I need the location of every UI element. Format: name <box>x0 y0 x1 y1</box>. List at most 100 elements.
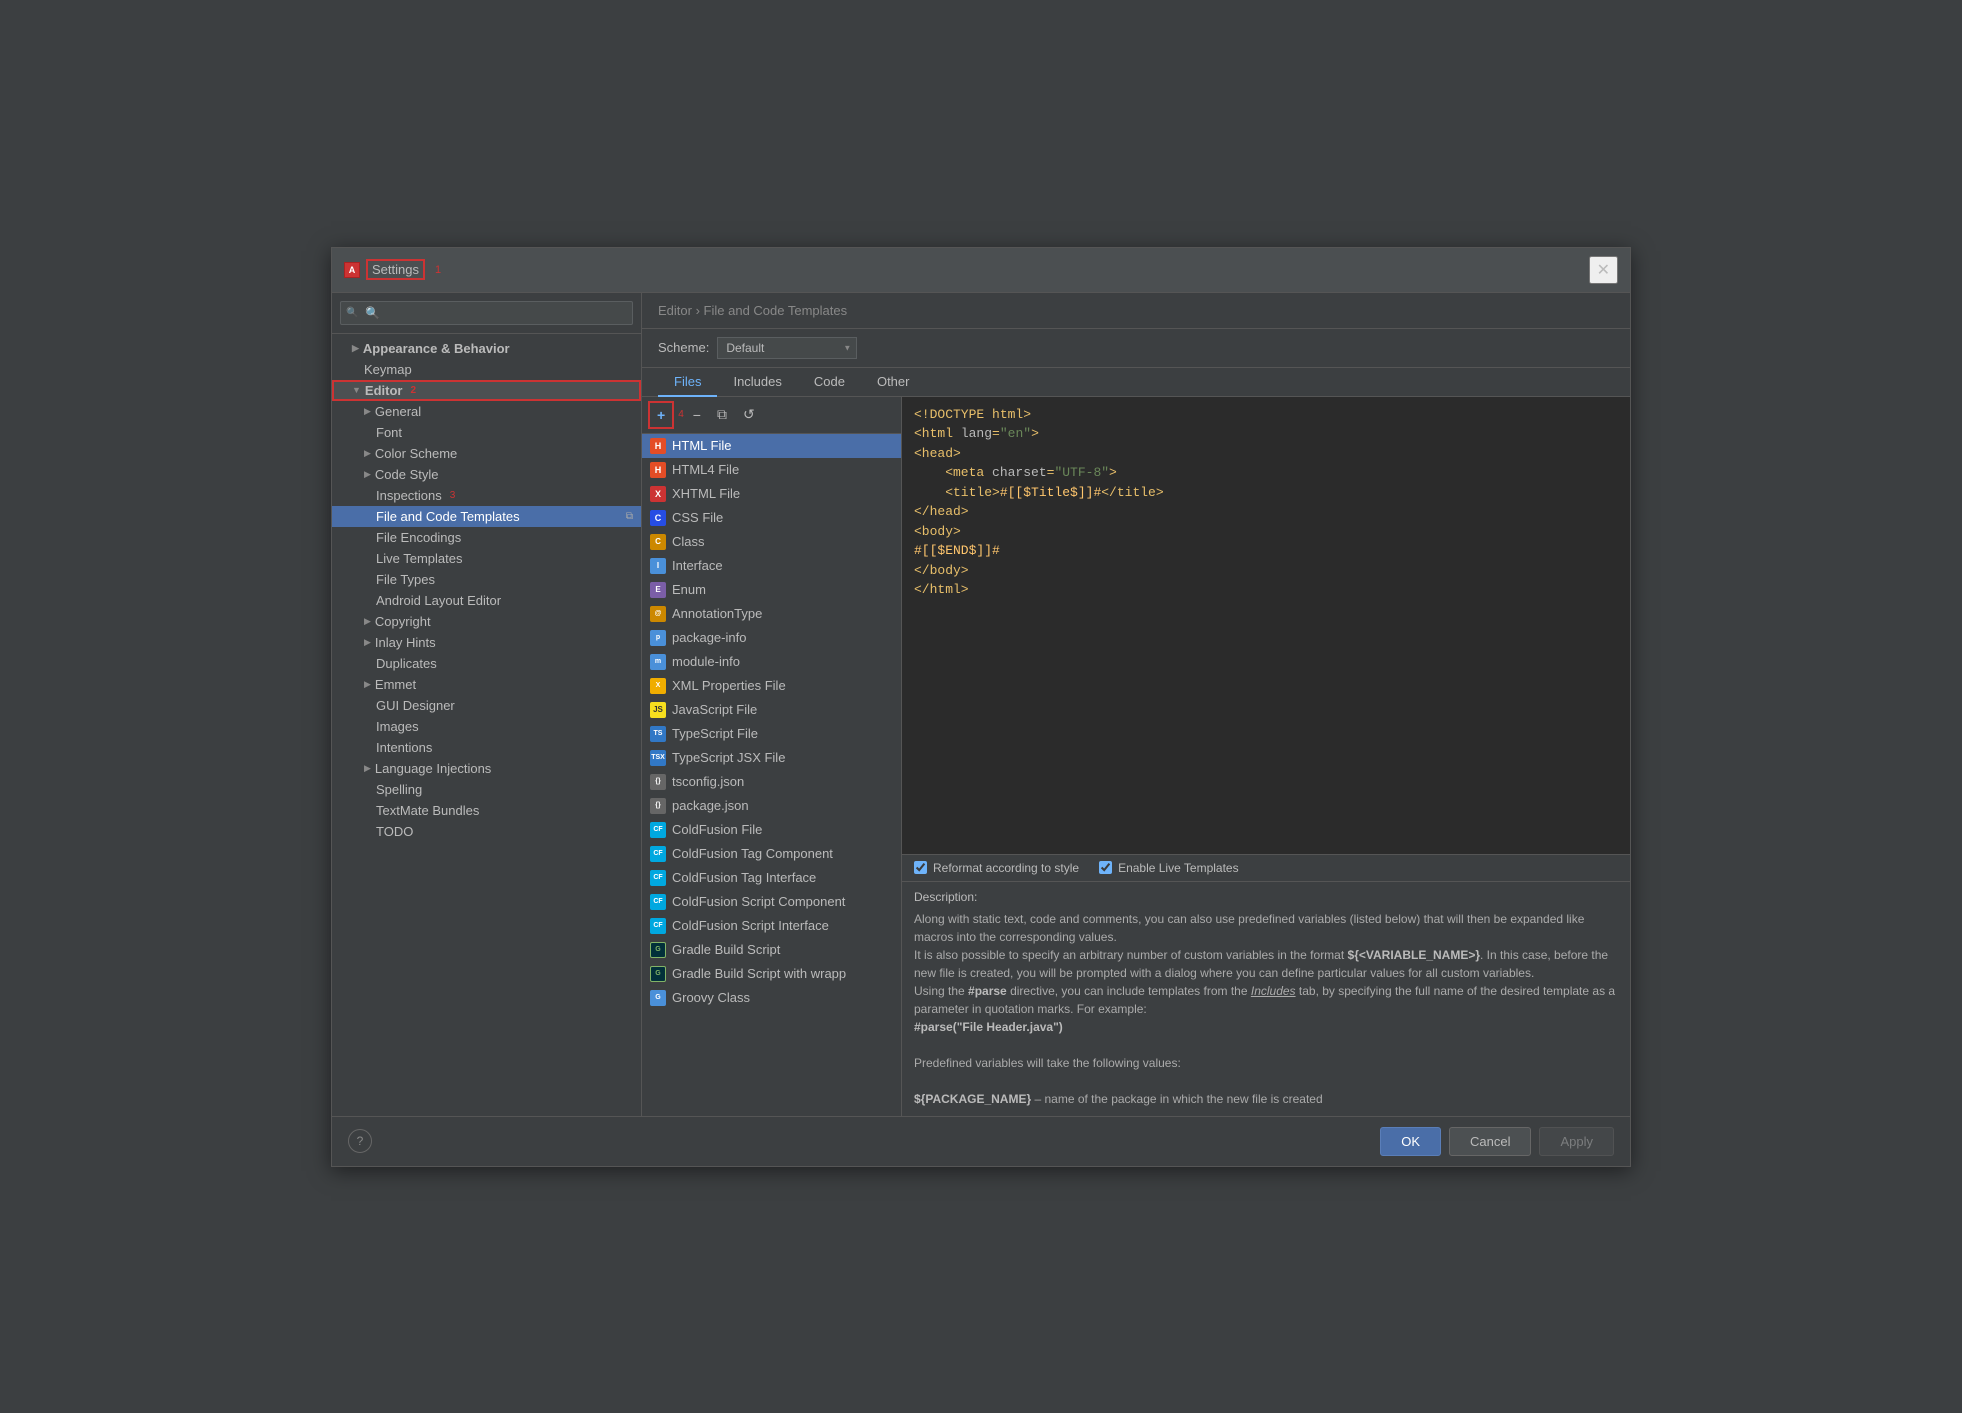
chevron-right-icon: ▶ <box>364 616 371 627</box>
sidebar-item-intentions[interactable]: Intentions <box>332 737 641 758</box>
sidebar-item-android-layout[interactable]: Android Layout Editor <box>332 590 641 611</box>
file-item-typescript[interactable]: TS TypeScript File <box>642 722 901 746</box>
file-item-cf-script-comp[interactable]: CF ColdFusion Script Component <box>642 890 901 914</box>
sidebar-item-emmet[interactable]: ▶ Emmet <box>332 674 641 695</box>
sidebar-item-label: Editor <box>365 383 403 398</box>
scheme-select[interactable]: Default Project <box>717 337 857 359</box>
file-item-gradle[interactable]: G Gradle Build Script <box>642 938 901 962</box>
sidebar-item-file-types[interactable]: File Types <box>332 569 641 590</box>
file-icon-package: p <box>650 630 666 646</box>
file-item-label: ColdFusion Tag Interface <box>672 870 816 885</box>
file-item-label: XHTML File <box>672 486 740 501</box>
sidebar-item-code-style[interactable]: ▶ Code Style ⧉ <box>332 464 641 485</box>
file-item-tsconfig[interactable]: {} tsconfig.json <box>642 770 901 794</box>
reformat-checkbox[interactable] <box>914 861 927 874</box>
file-item-annotation[interactable]: @ AnnotationType <box>642 602 901 626</box>
sidebar-item-label: GUI Designer <box>376 698 455 713</box>
live-templates-checkbox[interactable] <box>1099 861 1112 874</box>
file-item-label: ColdFusion Script Component <box>672 894 845 909</box>
sidebar-item-color-scheme[interactable]: ▶ Color Scheme <box>332 443 641 464</box>
add-template-button[interactable]: + <box>650 403 672 427</box>
reformat-checkbox-wrap[interactable]: Reformat according to style <box>914 861 1079 875</box>
sidebar-item-font[interactable]: Font <box>332 422 641 443</box>
live-templates-checkbox-wrap[interactable]: Enable Live Templates <box>1099 861 1239 875</box>
tabs-bar: Files Includes Code Other <box>642 368 1630 397</box>
sidebar-item-inspections[interactable]: Inspections 3 ⧉ <box>332 485 641 506</box>
file-item-label: CSS File <box>672 510 723 525</box>
label-1: 1 <box>435 264 441 276</box>
file-item-enum[interactable]: E Enum <box>642 578 901 602</box>
file-item-label: XML Properties File <box>672 678 786 693</box>
sidebar-item-todo[interactable]: TODO <box>332 821 641 842</box>
remove-template-button[interactable]: − <box>686 403 708 427</box>
file-item-package-info[interactable]: p package-info <box>642 626 901 650</box>
sidebar-item-label: Android Layout Editor <box>376 593 501 608</box>
apply-button[interactable]: Apply <box>1539 1127 1614 1156</box>
tab-includes[interactable]: Includes <box>717 368 797 397</box>
chevron-right-icon: ▶ <box>364 448 371 459</box>
sidebar-item-copyright[interactable]: ▶ Copyright ⧉ <box>332 611 641 632</box>
tab-files[interactable]: Files <box>658 368 717 397</box>
sidebar-item-gui-designer[interactable]: GUI Designer ⧉ <box>332 695 641 716</box>
sidebar-item-file-encodings[interactable]: File Encodings ⧉ <box>332 527 641 548</box>
file-item-html[interactable]: H HTML File <box>642 434 901 458</box>
sidebar-item-duplicates[interactable]: Duplicates <box>332 653 641 674</box>
file-item-groovy[interactable]: G Groovy Class <box>642 986 901 1010</box>
breadcrumb: Editor › File and Code Templates <box>642 293 1630 329</box>
sidebar-item-label: General <box>375 404 421 419</box>
file-item-xhtml[interactable]: X XHTML File <box>642 482 901 506</box>
file-item-module-info[interactable]: m module-info <box>642 650 901 674</box>
ok-button[interactable]: OK <box>1380 1127 1441 1156</box>
file-item-xml-properties[interactable]: X XML Properties File <box>642 674 901 698</box>
sidebar-item-language-injections[interactable]: ▶ Language Injections ⧉ <box>332 758 641 779</box>
file-item-label: TypeScript File <box>672 726 758 741</box>
copy-template-button[interactable]: ⧉ <box>710 402 734 427</box>
file-item-css[interactable]: C CSS File <box>642 506 901 530</box>
sidebar-item-editor[interactable]: ▼ Editor 2 <box>332 380 641 401</box>
title-bar-left: A Settings 1 <box>344 259 441 280</box>
file-item-class[interactable]: C Class <box>642 530 901 554</box>
file-item-cf-tag-iface[interactable]: CF ColdFusion Tag Interface <box>642 866 901 890</box>
label-2: 2 <box>410 385 416 396</box>
file-item-cf-script-iface[interactable]: CF ColdFusion Script Interface <box>642 914 901 938</box>
file-icon-xhtml: X <box>650 486 666 502</box>
file-item-package-json[interactable]: {} package.json <box>642 794 901 818</box>
file-icon-cf5: CF <box>650 918 666 934</box>
code-line: <title>#[[$Title$]]#</title> <box>914 483 1618 503</box>
file-icon-cf: CF <box>650 822 666 838</box>
label-3: 3 <box>450 490 456 501</box>
file-icon-json2: {} <box>650 798 666 814</box>
tab-other[interactable]: Other <box>861 368 926 397</box>
sidebar-item-general[interactable]: ▶ General <box>332 401 641 422</box>
file-icon-html: H <box>650 438 666 454</box>
sidebar-item-inlay-hints[interactable]: ▶ Inlay Hints ⧉ <box>332 632 641 653</box>
sidebar-item-label: TODO <box>376 824 413 839</box>
file-item-html4[interactable]: H HTML4 File <box>642 458 901 482</box>
tab-code[interactable]: Code <box>798 368 861 397</box>
sidebar-item-label: Duplicates <box>376 656 437 671</box>
file-item-interface[interactable]: I Interface <box>642 554 901 578</box>
sidebar-item-spelling[interactable]: Spelling ⧉ <box>332 779 641 800</box>
code-editor[interactable]: <!DOCTYPE html> <html lang="en"> <head> … <box>902 397 1630 854</box>
file-icon-ts: TS <box>650 726 666 742</box>
sidebar-item-keymap[interactable]: Keymap <box>332 359 641 380</box>
reset-template-button[interactable]: ↺ <box>736 402 762 427</box>
file-item-label: Interface <box>672 558 723 573</box>
close-button[interactable]: ✕ <box>1589 256 1618 284</box>
file-item-typescript-jsx[interactable]: TSX TypeScript JSX File <box>642 746 901 770</box>
file-item-cf-tag-comp[interactable]: CF ColdFusion Tag Component <box>642 842 901 866</box>
cancel-button[interactable]: Cancel <box>1449 1127 1531 1156</box>
sidebar-item-file-code-templates[interactable]: File and Code Templates ⧉ <box>332 506 641 527</box>
search-input[interactable] <box>340 301 633 325</box>
sidebar-item-images[interactable]: Images <box>332 716 641 737</box>
sidebar-item-appearance[interactable]: ▶ Appearance & Behavior <box>332 338 641 359</box>
chevron-right-icon: ▶ <box>364 763 371 774</box>
file-item-coldfusion[interactable]: CF ColdFusion File <box>642 818 901 842</box>
file-item-gradle-wrap[interactable]: G Gradle Build Script with wrapp <box>642 962 901 986</box>
sidebar-item-live-templates[interactable]: Live Templates <box>332 548 641 569</box>
file-item-javascript[interactable]: JS JavaScript File <box>642 698 901 722</box>
help-button[interactable]: ? <box>348 1129 372 1153</box>
file-icon-js: JS <box>650 702 666 718</box>
code-editor-panel: <!DOCTYPE html> <html lang="en"> <head> … <box>902 397 1630 1116</box>
sidebar-item-textmate[interactable]: TextMate Bundles <box>332 800 641 821</box>
